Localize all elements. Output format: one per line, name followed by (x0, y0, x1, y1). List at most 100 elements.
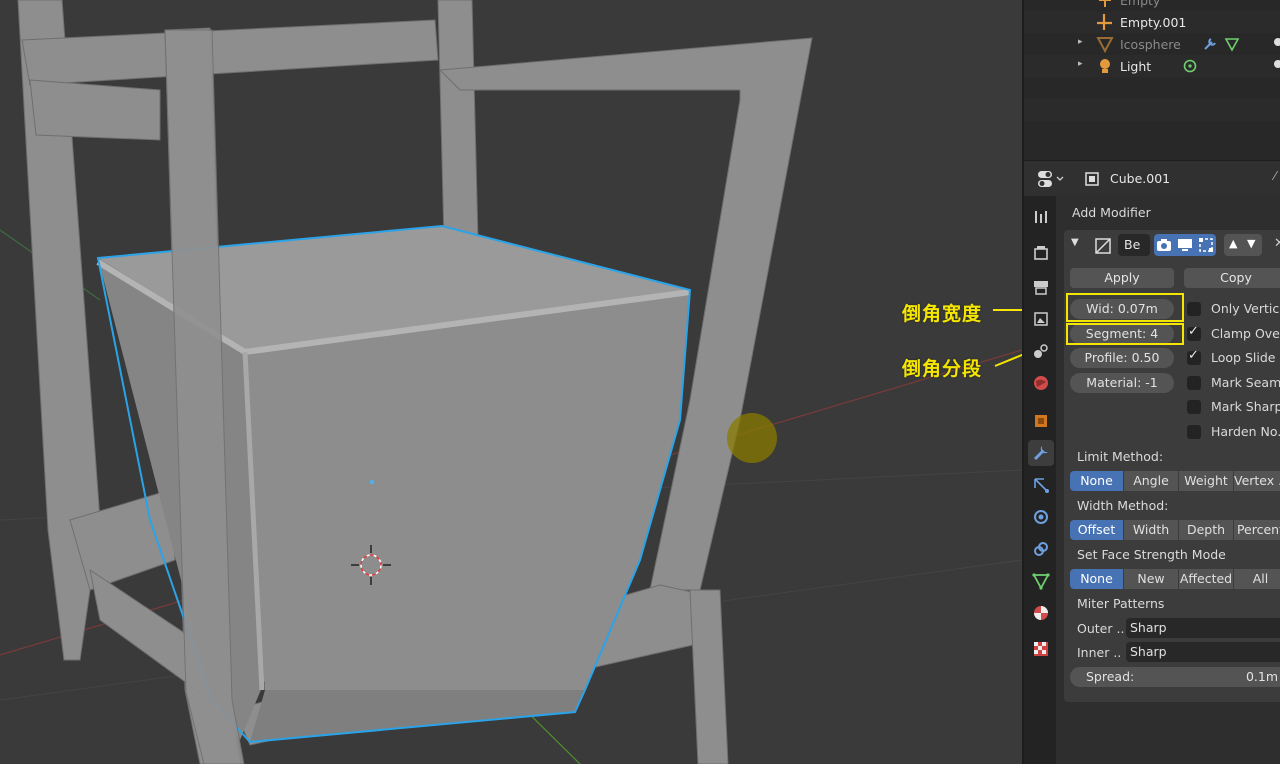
outer-miter-select[interactable]: Sharp (1126, 618, 1280, 638)
world-icon (1034, 376, 1048, 390)
viewport-scene (0, 0, 1022, 764)
outliner[interactable]: Empty Empty.001 ▸ Icosphere ▸ Light (1022, 0, 1280, 160)
object-name: Cube.001 (1110, 171, 1171, 186)
tab-modifiers[interactable] (1028, 440, 1054, 466)
visibility-icon[interactable] (1274, 60, 1280, 68)
tab-output[interactable] (1028, 274, 1054, 300)
object-icon (1085, 172, 1099, 186)
texture-icon (1034, 642, 1048, 656)
spread-field[interactable]: Spread: 0.1m (1070, 667, 1280, 687)
width-method-depth[interactable]: Depth (1179, 520, 1234, 540)
width-method-width[interactable]: Width (1124, 520, 1179, 540)
view-layer-icon (1034, 312, 1048, 326)
tab-data[interactable] (1028, 568, 1054, 594)
copy-button[interactable]: Copy (1184, 268, 1280, 288)
physics-icon (1034, 510, 1048, 524)
harden-normals-label: Harden No... (1211, 424, 1280, 439)
highlight-box-width (1066, 293, 1184, 322)
limit-method-vertex[interactable]: Vertex ... (1234, 471, 1280, 491)
spread-label: Spread: (1086, 669, 1135, 684)
limit-method-angle[interactable]: Angle (1124, 471, 1179, 491)
inner-miter-label: Inner .. (1077, 645, 1122, 660)
3d-viewport[interactable]: 倒角宽度 倒角分段 (0, 0, 1022, 764)
tab-view-layer[interactable] (1028, 306, 1054, 332)
outliner-item-label: Empty.001 (1120, 15, 1187, 30)
limit-method-weight[interactable]: Weight (1179, 471, 1234, 491)
tab-render[interactable] (1028, 240, 1054, 266)
outliner-row-empty[interactable]: Empty (1024, 0, 1280, 11)
pin-icon[interactable]: ⁄ (1274, 169, 1276, 183)
outliner-row-light[interactable]: ▸ Light (1024, 55, 1280, 77)
apply-button[interactable]: Apply (1070, 268, 1174, 288)
outliner-row-icosphere[interactable]: ▸ Icosphere (1024, 33, 1280, 55)
harden-normals-checkbox[interactable] (1187, 425, 1201, 439)
collapse-arrow-icon[interactable]: ▼ (1071, 237, 1079, 248)
constraints-icon (1034, 542, 1048, 556)
outliner-item-label: Icosphere (1120, 37, 1181, 52)
tab-world[interactable] (1028, 370, 1054, 396)
limit-method-label: Limit Method: (1077, 449, 1164, 464)
mouse-highlight (727, 413, 777, 463)
profile-field[interactable]: Profile: 0.50 (1070, 348, 1174, 368)
only-vertices-checkbox[interactable] (1187, 302, 1201, 316)
width-method-percent[interactable]: Percent (1234, 520, 1280, 540)
add-modifier-button[interactable]: Add Modifier (1072, 205, 1151, 220)
expand-arrow-icon[interactable]: ▸ (1078, 37, 1083, 47)
material-field[interactable]: Material: -1 (1070, 373, 1174, 393)
scene-icon (1034, 344, 1048, 358)
clamp-overlap-checkbox[interactable] (1187, 324, 1201, 341)
loop-slide-checkbox[interactable] (1187, 348, 1201, 365)
tab-particles[interactable] (1028, 472, 1054, 498)
mark-sharp-checkbox[interactable] (1187, 400, 1201, 414)
face-strength-affected[interactable]: Affected (1179, 569, 1234, 589)
face-strength-none[interactable]: None (1070, 569, 1124, 589)
highlight-box-segments (1066, 323, 1184, 345)
expand-arrow-icon[interactable]: ▸ (1078, 59, 1083, 69)
editor-type-icon[interactable] (1036, 169, 1066, 189)
tab-constraints[interactable] (1028, 536, 1054, 562)
tab-object[interactable] (1028, 408, 1054, 434)
mesh-icon (1096, 37, 1114, 53)
face-strength-label: Set Face Strength Mode (1077, 547, 1226, 562)
empty-icon (1097, 14, 1112, 30)
inner-miter-select[interactable]: Sharp (1126, 642, 1280, 662)
render-icon (1034, 246, 1048, 260)
tab-tool[interactable] (1028, 204, 1054, 230)
wrench-icon (1033, 446, 1048, 461)
properties-panel: Add Modifier ▼ Be ▲ ▼ ✕ Apply Copy Wid: … (1056, 196, 1280, 764)
modifier-name-field[interactable]: Be (1118, 234, 1150, 256)
face-strength-new[interactable]: New (1124, 569, 1179, 589)
light-data-icon[interactable] (1182, 58, 1198, 74)
loop-slide-label: Loop Slide (1211, 350, 1276, 365)
origin-dot (369, 479, 375, 485)
edit-mode-icon[interactable] (1198, 237, 1214, 253)
annotation-width-label: 倒角宽度 (902, 303, 983, 325)
mesh-data-icon (1032, 573, 1050, 590)
properties-tabs (1022, 196, 1056, 764)
camera-icon[interactable] (1156, 237, 1172, 253)
tab-material[interactable] (1028, 600, 1054, 626)
visibility-icon[interactable] (1274, 38, 1280, 46)
move-down-icon[interactable]: ▼ (1247, 237, 1255, 250)
limit-method-none[interactable]: None (1070, 471, 1124, 491)
mark-seams-checkbox[interactable] (1187, 376, 1201, 390)
only-vertices-label: Only Vertic... (1211, 301, 1280, 316)
mark-sharp-label: Mark Sharp (1211, 399, 1280, 414)
move-up-icon[interactable]: ▲ (1229, 237, 1237, 250)
wrench-icon[interactable] (1202, 36, 1218, 52)
clamp-overlap-label: Clamp Ove... (1211, 326, 1280, 341)
tab-physics[interactable] (1028, 504, 1054, 530)
outliner-row-empty-001[interactable]: Empty.001 (1024, 11, 1280, 33)
face-strength-all[interactable]: All (1234, 569, 1280, 589)
particles-icon (1034, 478, 1049, 493)
width-method-offset[interactable]: Offset (1070, 520, 1124, 540)
tab-scene[interactable] (1028, 338, 1054, 364)
vertex-group-icon[interactable] (1224, 36, 1240, 52)
miter-patterns-label: Miter Patterns (1077, 596, 1165, 611)
bevel-modifier-panel: ▼ Be ▲ ▼ ✕ Apply Copy Wid: 0.07m Segment… (1064, 230, 1280, 702)
tool-icon (1035, 211, 1047, 223)
properties-header: Cube.001 ⁄ (1022, 160, 1280, 196)
remove-modifier-icon[interactable]: ✕ (1274, 236, 1280, 251)
tab-texture[interactable] (1028, 636, 1054, 662)
viewport-display-icon[interactable] (1177, 237, 1193, 253)
